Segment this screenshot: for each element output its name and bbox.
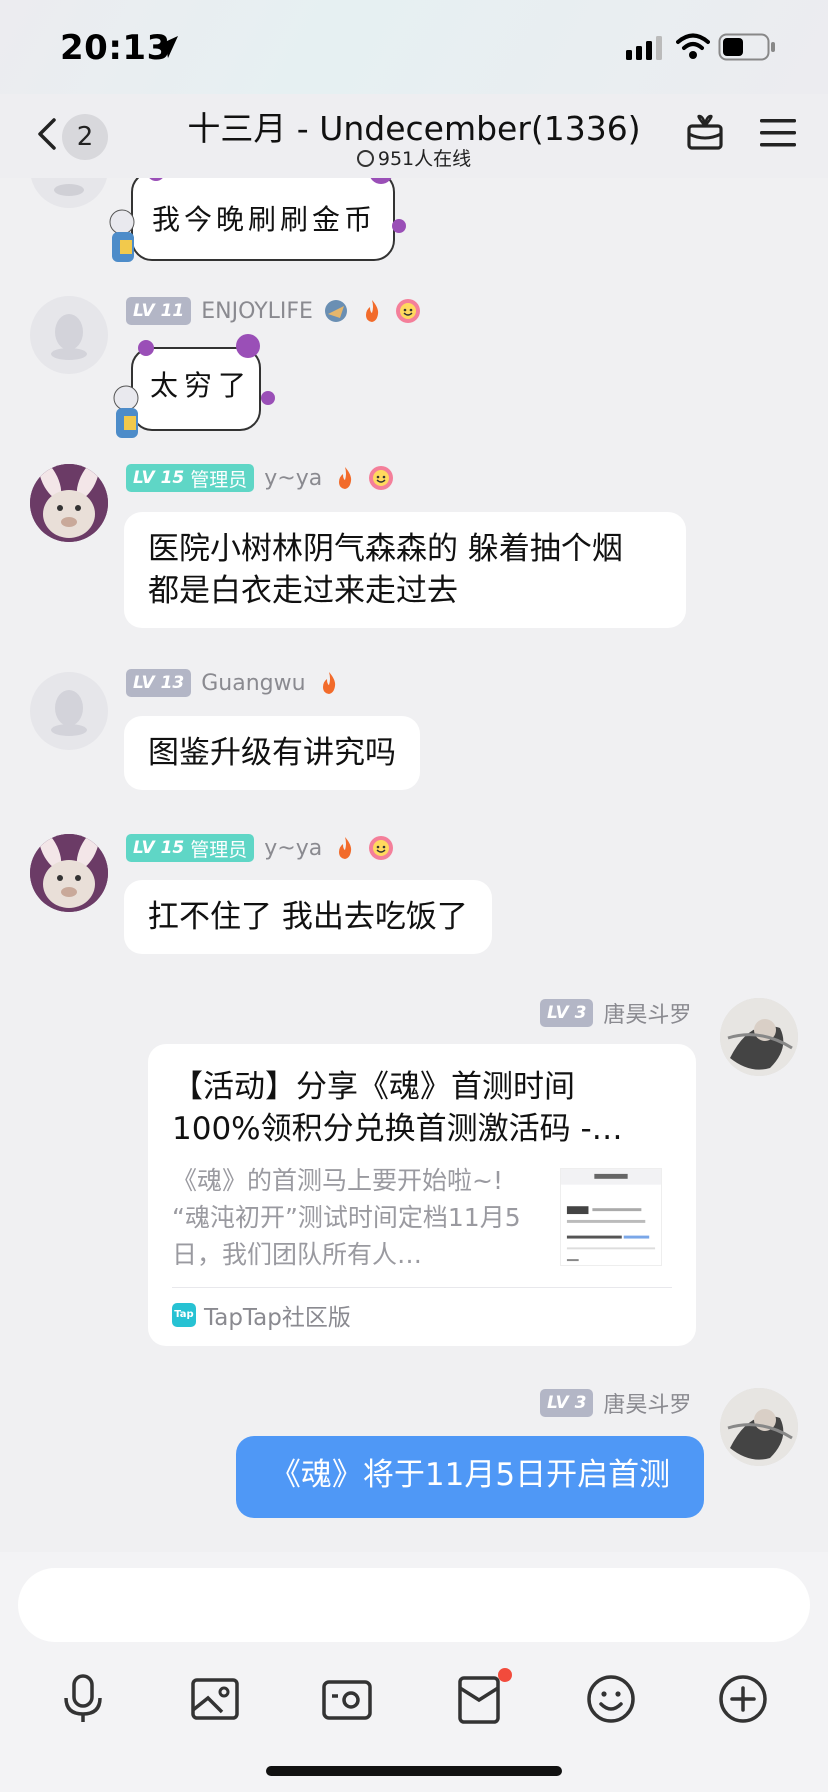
message-line: 医院小树林阴气森森的 躲着抽个烟 bbox=[148, 531, 623, 567]
smile-flower-icon bbox=[369, 466, 394, 490]
smile-flower-icon bbox=[369, 836, 394, 860]
default-avatar-icon bbox=[54, 184, 84, 196]
level-badge: LV 11 bbox=[126, 297, 192, 325]
status-bar: 20:13 bbox=[0, 0, 828, 94]
home-indicator bbox=[266, 1766, 562, 1776]
sender-name[interactable]: y~ya bbox=[264, 836, 322, 861]
level-badge-text: LV 15 bbox=[133, 838, 185, 858]
notification-dot bbox=[498, 1668, 512, 1682]
default-avatar-icon bbox=[51, 314, 87, 360]
taptap-logo-icon: Tap bbox=[172, 1302, 196, 1327]
avatar[interactable] bbox=[30, 296, 108, 374]
level-badge: LV 15 管理员 bbox=[126, 834, 255, 862]
card-desc-line: “魂沌初开”测试时间定档11月5 bbox=[172, 1203, 521, 1232]
sticker-text: 太穷了 bbox=[150, 369, 253, 402]
message-bubble[interactable]: 扛不住了 我出去吃饭了 bbox=[124, 880, 492, 954]
level-badge: LV 3 bbox=[540, 999, 594, 1027]
avatar[interactable] bbox=[720, 1388, 798, 1466]
emoji-icon[interactable] bbox=[584, 1672, 638, 1726]
fire-icon bbox=[365, 300, 379, 322]
rabbit-avatar-image bbox=[30, 834, 108, 912]
card-source: Tap TapTap社区版 bbox=[172, 1287, 672, 1341]
sender-meta: LV 13 Guangwu bbox=[126, 668, 342, 698]
online-count-text: 951人在线 bbox=[377, 148, 472, 170]
gift-box-icon[interactable] bbox=[686, 112, 724, 152]
message-bubble[interactable]: 医院小树林阴气森森的 躲着抽个烟 都是白衣走过来走过去 bbox=[124, 512, 686, 628]
card-title-line: 【活动】分享《魂》首测时间 bbox=[172, 1069, 575, 1105]
card-title-line: 100%领积分兑换首测激活码 -… bbox=[172, 1111, 623, 1147]
menu-icon[interactable] bbox=[758, 116, 798, 150]
avatar[interactable] bbox=[30, 178, 108, 208]
cellular-signal-icon bbox=[626, 36, 662, 60]
ink-portrait-avatar-image bbox=[720, 998, 798, 1076]
sender-name[interactable]: 唐昊斗罗 bbox=[603, 997, 691, 1029]
sender-name[interactable]: Guangwu bbox=[201, 671, 305, 696]
sender-name[interactable]: y~ya bbox=[264, 466, 322, 491]
fire-icon bbox=[339, 837, 352, 859]
sender-name[interactable]: 唐昊斗罗 bbox=[603, 1387, 691, 1419]
sender-meta: LV 11 ENJOYLIFE bbox=[126, 296, 421, 326]
sender-meta: LV 15 管理员 y~ya bbox=[126, 833, 394, 863]
fire-icon bbox=[322, 672, 335, 694]
message-input[interactable] bbox=[18, 1568, 810, 1642]
sender-name[interactable]: ENJOYLIFE bbox=[201, 299, 313, 324]
image-icon[interactable] bbox=[188, 1672, 242, 1726]
avatar[interactable] bbox=[30, 672, 108, 750]
ink-portrait-avatar-image bbox=[720, 1388, 798, 1466]
microphone-icon[interactable] bbox=[56, 1672, 110, 1726]
input-area bbox=[0, 1552, 828, 1792]
avatar[interactable] bbox=[720, 998, 798, 1076]
level-badge: LV 3 bbox=[540, 1389, 594, 1417]
level-badge: LV 13 bbox=[126, 669, 192, 697]
battery-icon bbox=[718, 33, 775, 61]
add-more-icon[interactable] bbox=[716, 1672, 770, 1726]
avatar[interactable] bbox=[30, 464, 108, 542]
red-packet-icon[interactable] bbox=[452, 1672, 506, 1726]
sender-meta: LV 15 管理员 y~ya bbox=[126, 463, 394, 493]
message-list[interactable]: 我今晚刷刷金币 LV 11 ENJOYLIFE 太穷了 LV 15 管理员 y~y… bbox=[0, 178, 828, 1552]
avatar[interactable] bbox=[30, 834, 108, 912]
smile-flower-icon bbox=[395, 299, 420, 323]
default-avatar-icon bbox=[51, 690, 87, 736]
online-status-icon bbox=[356, 150, 374, 167]
dragon-badge-icon bbox=[324, 300, 347, 322]
rabbit-avatar-image bbox=[30, 464, 108, 542]
location-arrow-icon bbox=[156, 36, 178, 58]
fire-icon bbox=[339, 467, 352, 489]
admin-role-label: 管理员 bbox=[190, 468, 248, 491]
sender-meta: LV 3 唐昊斗罗 bbox=[540, 1388, 691, 1418]
admin-role-label: 管理员 bbox=[190, 838, 248, 861]
sender-meta: LV 3 唐昊斗罗 bbox=[540, 998, 691, 1028]
level-badge: LV 15 管理员 bbox=[126, 464, 255, 492]
card-desc-line: 《魂》的首测马上要开始啦~! bbox=[172, 1166, 503, 1195]
wifi-icon bbox=[676, 33, 710, 59]
card-desc-line: 日，我们团队所有人… bbox=[172, 1240, 423, 1269]
card-thumbnail-image bbox=[560, 1168, 662, 1266]
message-bubble[interactable]: 图鉴升级有讲究吗 bbox=[124, 716, 420, 790]
message-line: 都是白衣走过来走过去 bbox=[148, 573, 458, 609]
card-title: 【活动】分享《魂》首测时间 100%领积分兑换首测激活码 -… bbox=[172, 1066, 672, 1150]
camera-icon[interactable] bbox=[320, 1672, 374, 1726]
sticker-text: 我今晚刷刷金币 bbox=[152, 203, 377, 236]
message-bubble[interactable]: 《魂》将于11月5日开启首测 bbox=[236, 1436, 704, 1518]
card-source-label: TapTap社区版 bbox=[204, 1304, 351, 1331]
chat-header: 2 十三月 - Undecember(1336) 951人在线 bbox=[0, 94, 828, 178]
card-description: 《魂》的首测马上要开始啦~! “魂沌初开”测试时间定档11月5 日，我们团队所有… bbox=[172, 1162, 542, 1273]
shared-link-card[interactable]: 【活动】分享《魂》首测时间 100%领积分兑换首测激活码 -… 《魂》的首测马上… bbox=[148, 1044, 696, 1346]
level-badge-text: LV 15 bbox=[133, 468, 185, 488]
